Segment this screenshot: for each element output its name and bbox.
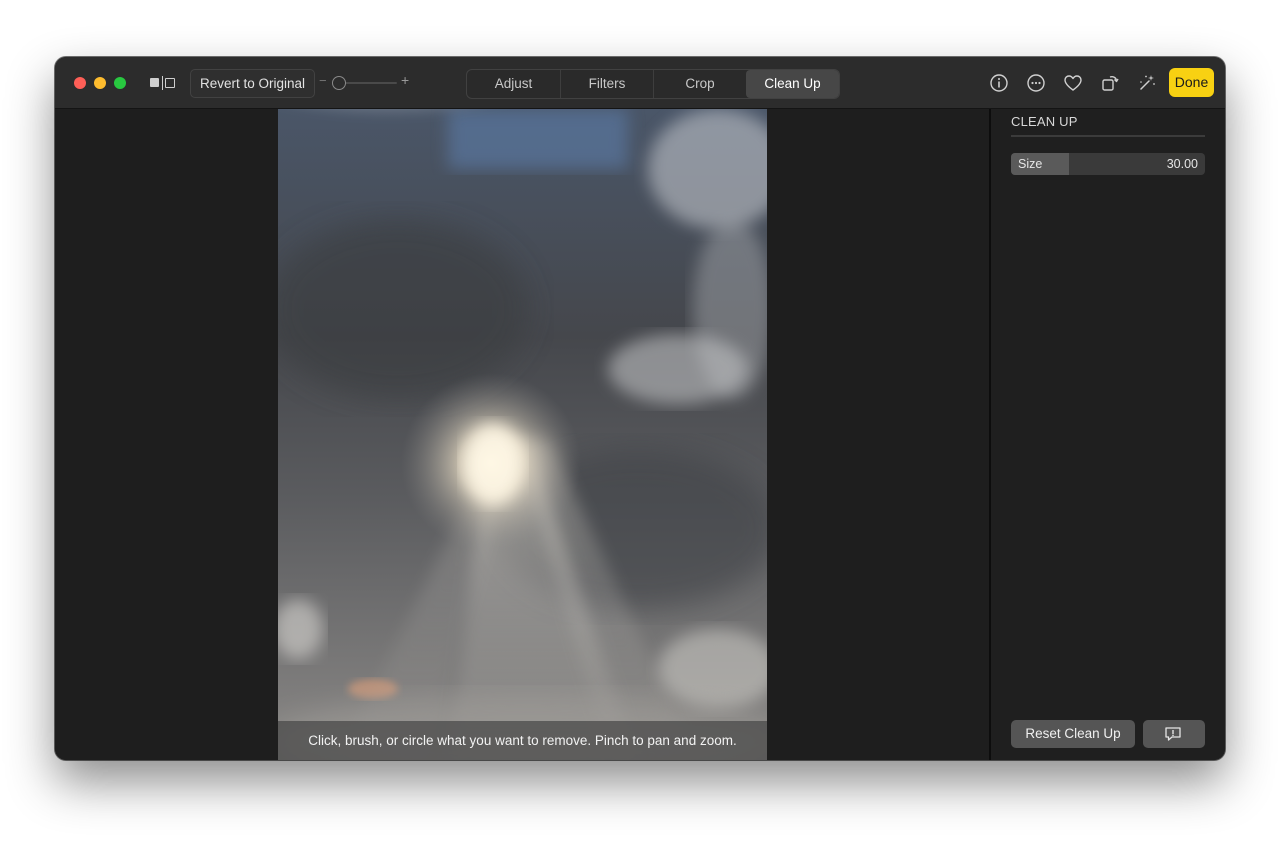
magic-wand-icon[interactable] xyxy=(1137,73,1157,93)
heart-icon[interactable] xyxy=(1063,73,1083,93)
reset-clean-up-button[interactable]: Reset Clean Up xyxy=(1011,720,1135,748)
tab-filters[interactable]: Filters xyxy=(560,70,653,98)
photos-edit-window: Revert to Original − + Adjust Filters Cr… xyxy=(55,57,1225,760)
rotate-icon[interactable] xyxy=(1100,73,1120,93)
revert-to-original-button[interactable]: Revert to Original xyxy=(190,69,316,98)
zoom-out-icon[interactable]: − xyxy=(319,73,327,88)
toolbar: Revert to Original − + Adjust Filters Cr… xyxy=(55,57,1225,109)
clean-up-hint: Click, brush, or circle what you want to… xyxy=(278,721,767,760)
zoom-button[interactable] xyxy=(114,77,126,89)
sidebar-title: CLEAN UP xyxy=(1011,114,1078,129)
photo-image[interactable]: Click, brush, or circle what you want to… xyxy=(278,109,767,760)
photo-canvas-area[interactable]: Click, brush, or circle what you want to… xyxy=(55,109,989,760)
size-label: Size xyxy=(1018,157,1043,171)
zoom-slider-knob[interactable] xyxy=(332,76,346,90)
feedback-button[interactable] xyxy=(1143,720,1205,748)
tab-clean-up[interactable]: Clean Up xyxy=(746,70,839,98)
tab-adjust[interactable]: Adjust xyxy=(467,70,560,98)
size-slider[interactable]: Size 30.00 xyxy=(1011,153,1205,175)
close-button[interactable] xyxy=(74,77,86,89)
clean-up-sidebar: CLEAN UP Size 30.00 Reset Clean Up xyxy=(991,109,1225,760)
edit-mode-tabs: Adjust Filters Crop Clean Up xyxy=(466,69,840,99)
sky-photo xyxy=(278,109,767,760)
more-icon[interactable] xyxy=(1026,73,1046,93)
minimize-button[interactable] xyxy=(94,77,106,89)
sidebar-rule xyxy=(1011,135,1205,137)
done-button[interactable]: Done xyxy=(1169,68,1214,97)
before-after-icon[interactable] xyxy=(150,76,176,90)
feedback-icon xyxy=(1165,727,1181,741)
zoom-slider[interactable] xyxy=(337,82,397,84)
info-icon[interactable] xyxy=(989,73,1009,93)
zoom-in-icon[interactable]: + xyxy=(401,72,409,88)
size-value: 30.00 xyxy=(1166,157,1198,171)
tab-crop[interactable]: Crop xyxy=(653,70,746,98)
